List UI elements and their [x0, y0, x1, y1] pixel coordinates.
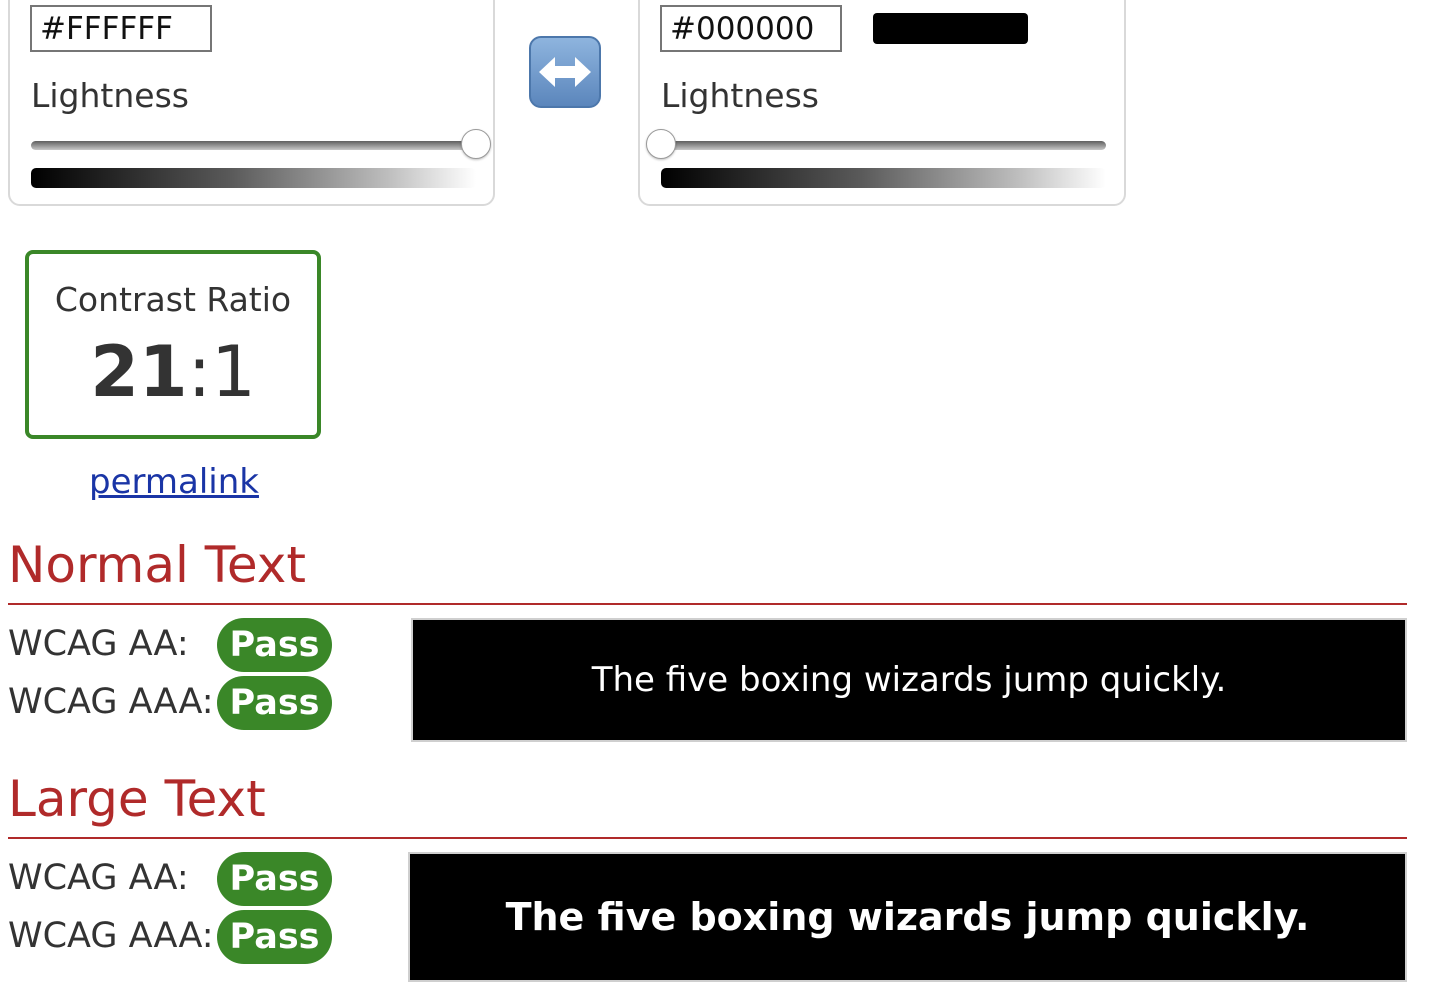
normal-text-heading: Normal Text — [8, 536, 306, 594]
contrast-ratio-separator: : — [187, 331, 212, 413]
background-color-panel: Lightness — [638, 0, 1126, 206]
swap-colors-button[interactable] — [529, 36, 601, 108]
background-color-swatch — [873, 13, 1028, 44]
normal-wcag-aaa-label: WCAG AAA: — [8, 682, 214, 722]
foreground-lightness-label: Lightness — [31, 76, 189, 115]
contrast-ratio-title: Contrast Ratio — [54, 280, 292, 319]
permalink-link[interactable]: permalink — [89, 462, 259, 502]
normal-text-sample: The five boxing wizards jump quickly. — [411, 618, 1407, 742]
large-text-sample: The five boxing wizards jump quickly. — [408, 852, 1407, 982]
normal-wcag-aa-label: WCAG AA: — [8, 624, 189, 664]
background-lightness-gradient — [661, 168, 1106, 188]
large-text-heading: Large Text — [8, 770, 266, 828]
foreground-lightness-slider[interactable] — [31, 129, 491, 159]
large-wcag-aa-label: WCAG AA: — [8, 858, 189, 898]
large-wcag-aa-badge: Pass — [217, 852, 332, 906]
foreground-lightness-thumb[interactable] — [461, 129, 491, 159]
foreground-lightness-gradient — [31, 168, 476, 188]
normal-wcag-aa-badge: Pass — [217, 618, 332, 672]
normal-text-divider — [8, 603, 1407, 605]
contrast-ratio-value: 21:1 — [29, 332, 317, 412]
background-hex-input[interactable] — [660, 5, 842, 52]
background-lightness-label: Lightness — [661, 76, 819, 115]
background-lightness-slider[interactable] — [646, 129, 1106, 159]
large-wcag-aaa-label: WCAG AAA: — [8, 916, 214, 956]
contrast-ratio-numerator: 21 — [90, 331, 188, 413]
left-right-arrow-icon — [539, 57, 591, 87]
contrast-ratio-denominator: 1 — [211, 331, 256, 413]
foreground-hex-input[interactable] — [30, 5, 212, 52]
foreground-color-panel: Lightness — [8, 0, 495, 206]
background-lightness-thumb[interactable] — [646, 129, 676, 159]
normal-wcag-aaa-badge: Pass — [217, 676, 332, 730]
contrast-ratio-box: Contrast Ratio 21:1 — [25, 250, 321, 439]
large-wcag-aaa-badge: Pass — [217, 910, 332, 964]
large-text-divider — [8, 837, 1407, 839]
